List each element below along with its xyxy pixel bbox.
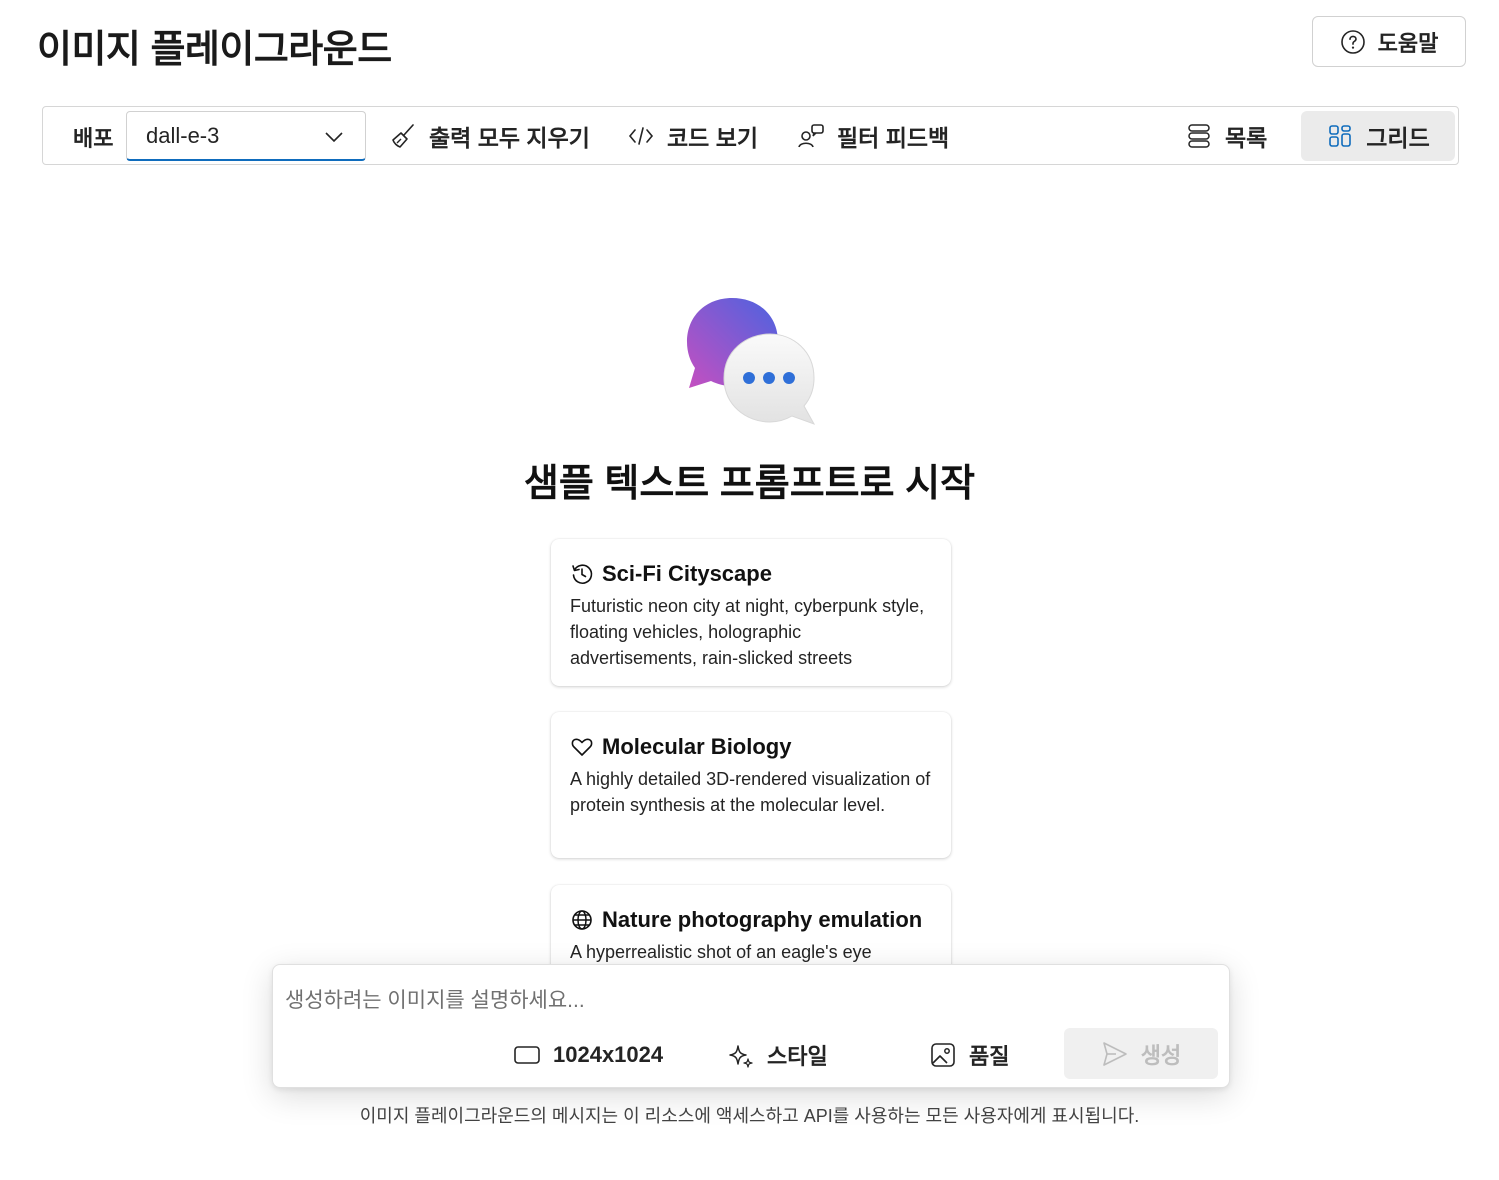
generate-button[interactable]: 생성 (1064, 1028, 1218, 1079)
send-icon (1101, 1040, 1129, 1068)
chat-bubbles-icon (684, 296, 816, 426)
sparkle-icon (727, 1041, 755, 1069)
hero-title: 샘플 텍스트 프롬프트로 시작 (523, 463, 976, 505)
toolbar: 배포 dall-e-3 출력 모두 지우기 코드 보기 필터 피드백 목록 그리… (42, 106, 1459, 165)
image-icon (929, 1041, 957, 1069)
list-view-label: 목록 (1225, 125, 1268, 151)
sample-card-description: Futuristic neon city at night, cyberpunk… (570, 596, 925, 668)
clear-outputs-label: 출력 모두 지우기 (429, 125, 590, 151)
grid-icon (1326, 122, 1354, 150)
person-feedback-icon (797, 122, 825, 150)
size-label: 1024x1024 (553, 1042, 664, 1067)
prompt-input[interactable] (285, 983, 1215, 1019)
quality-label: 품질 (969, 1044, 1010, 1069)
prompt-composer: 1024x1024 스타일 품질 생성 (272, 964, 1230, 1088)
view-code-label: 코드 보기 (667, 125, 759, 151)
list-icon (1185, 122, 1213, 150)
help-button[interactable]: 도움말 (1312, 16, 1466, 67)
sample-card-title: Molecular Biology (602, 734, 792, 759)
size-button[interactable]: 1024x1024 (513, 1035, 663, 1075)
filter-feedback-button[interactable]: 필터 피드백 (789, 111, 957, 161)
view-code-button[interactable]: 코드 보기 (619, 111, 766, 161)
deploy-select[interactable]: dall-e-3 (126, 111, 366, 161)
sample-card-description: A hyperrealistic shot of an eagle's eye (570, 942, 872, 962)
sample-card-description: A highly detailed 3D-rendered visualizat… (570, 769, 931, 815)
grid-view-label: 그리드 (1366, 125, 1430, 151)
chevron-down-icon (323, 126, 345, 148)
history-icon (570, 562, 594, 586)
style-label: 스타일 (767, 1044, 828, 1069)
filter-feedback-label: 필터 피드백 (837, 125, 950, 151)
sample-card-title: Sci-Fi Cityscape (602, 561, 772, 586)
heart-icon (570, 735, 594, 759)
grid-view-button[interactable]: 그리드 (1301, 111, 1455, 161)
sample-card-molecular-biology[interactable]: Molecular Biology A highly detailed 3D-r… (551, 712, 951, 858)
sample-card-title: Nature photography emulation (602, 907, 923, 932)
deploy-label: 배포 (73, 126, 114, 151)
deploy-select-value: dall-e-3 (146, 122, 220, 148)
page-title: 이미지 플레이그라운드 (37, 29, 392, 71)
style-button[interactable]: 스타일 (727, 1035, 828, 1075)
sample-card-nature-photography[interactable]: Nature photography emulation A hyperreal… (551, 885, 951, 975)
help-label: 도움말 (1377, 30, 1439, 56)
clear-outputs-button[interactable]: 출력 모두 지우기 (381, 111, 598, 161)
broom-icon (389, 122, 417, 150)
globe-icon (570, 908, 594, 932)
quality-button[interactable]: 품질 (929, 1035, 1009, 1075)
question-circle-icon (1340, 29, 1366, 55)
list-view-button[interactable]: 목록 (1177, 111, 1275, 161)
square-icon (513, 1041, 541, 1069)
sample-card-sci-fi-cityscape[interactable]: Sci-Fi Cityscape Futuristic neon city at… (551, 539, 951, 686)
generate-label: 생성 (1140, 1042, 1182, 1068)
code-icon (627, 122, 655, 150)
footer-note: 이미지 플레이그라운드의 메시지는 이 리소스에 액세스하고 API를 사용하는… (359, 1106, 1140, 1126)
